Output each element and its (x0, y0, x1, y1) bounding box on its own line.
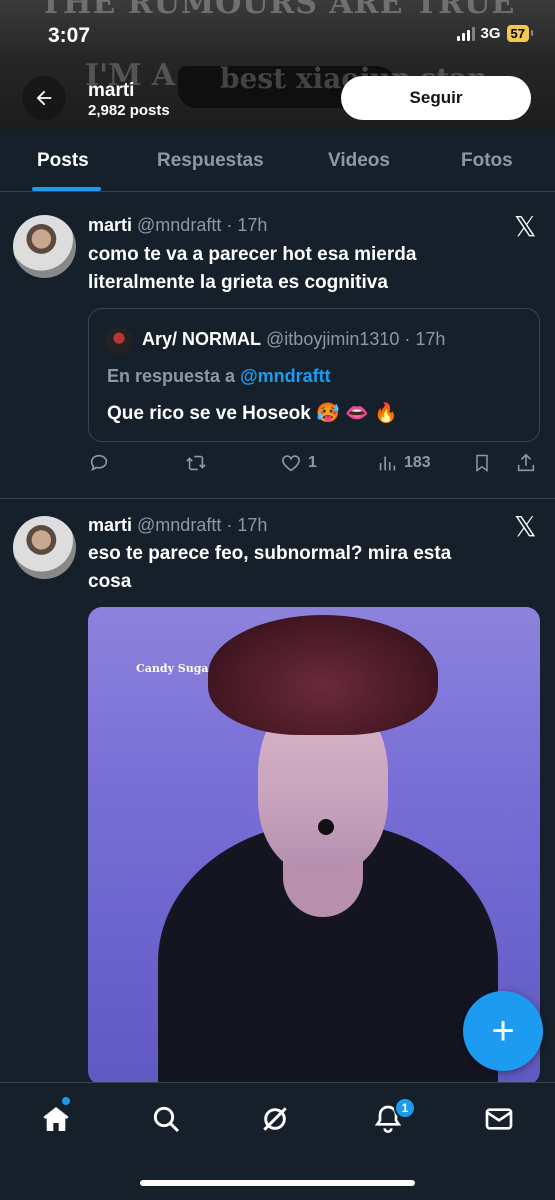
active-tab-indicator (32, 187, 101, 191)
reply-icon (90, 454, 108, 471)
search-icon[interactable] (150, 1103, 182, 1135)
like-button[interactable]: 1 (280, 452, 317, 474)
mail-icon[interactable] (483, 1103, 515, 1135)
tab-fotos[interactable]: Fotos (461, 150, 513, 172)
post-text-line: literalmente la grieta es cognitiva (88, 272, 388, 293)
repost-button[interactable] (184, 452, 208, 474)
back-button[interactable] (22, 76, 66, 120)
post-text-line: cosa (88, 571, 132, 592)
quote-author-name: Ary/ NORMAL (142, 329, 262, 349)
plus-icon: + (491, 1008, 515, 1053)
post-actions: 1 183 (0, 452, 555, 482)
views-icon (379, 456, 396, 471)
media-figure-mic (318, 819, 334, 835)
view-count: 183 (404, 454, 431, 471)
post-meta: marti @mndraftt · 17h (88, 215, 267, 236)
quote-text: Que rico se ve Hoseok 🥵 👄 🔥 (107, 403, 398, 424)
post-author-name[interactable]: marti (88, 515, 132, 535)
x-logo-icon: 𝕏 (514, 510, 537, 543)
reply-mention-link[interactable]: @mndraftt (240, 366, 331, 386)
quote-meta: Ary/ NORMAL @itboyjimin1310 · 17h (142, 329, 445, 350)
follow-button[interactable]: Seguir (341, 76, 531, 120)
quote-author-handle: @itboyjimin1310 · 17h (266, 329, 446, 349)
profile-post-count: 2,982 posts (88, 102, 170, 119)
grok-icon[interactable] (259, 1103, 291, 1135)
media-watermark: Candy Suga (136, 662, 209, 675)
post-meta: marti @mndraftt · 17h (88, 515, 267, 536)
x-logo-icon: 𝕏 (514, 210, 537, 243)
home-indicator (140, 1180, 415, 1186)
post-author-handle: @mndraftt · 17h (137, 515, 268, 535)
share-button[interactable] (515, 452, 537, 474)
avatar[interactable] (13, 215, 76, 278)
reply-button[interactable] (88, 452, 110, 474)
post-text-line: como te va a parecer hot esa mierda (88, 244, 417, 265)
network-type: 3G (480, 25, 501, 42)
status-indicators: 3G 57 (456, 25, 534, 42)
banner-text-top: THE RUMOURS ARE TRUE (39, 0, 516, 21)
home-icon[interactable] (40, 1103, 72, 1135)
bookmark-icon (476, 454, 488, 472)
profile-name: marti (88, 80, 135, 101)
arrow-left-icon (36, 90, 52, 106)
status-time: 3:07 (48, 24, 91, 47)
tab-posts[interactable]: Posts (37, 150, 89, 172)
media-figure-hair (208, 615, 438, 735)
home-unread-dot (62, 1097, 70, 1105)
battery-icon: 57 (506, 25, 534, 42)
heart-icon (282, 455, 300, 472)
tab-respuestas[interactable]: Respuestas (157, 150, 264, 172)
post-divider (0, 498, 555, 499)
quoted-post[interactable]: Ary/ NORMAL @itboyjimin1310 · 17h En res… (88, 308, 540, 442)
repost-icon (186, 455, 206, 471)
avatar[interactable] (13, 516, 76, 579)
like-count: 1 (308, 454, 317, 471)
views-button[interactable]: 183 (376, 452, 431, 474)
notification-badge: 1 (394, 1097, 416, 1119)
post-author-name[interactable]: marti (88, 215, 132, 235)
quote-avatar (105, 327, 133, 355)
post-text-line: eso te parece feo, subnormal? mira esta (88, 543, 452, 564)
quote-reply-context: En respuesta a @mndraftt (107, 366, 331, 387)
profile-tabs: Posts Respuestas Videos Fotos (0, 130, 555, 192)
bookmark-button[interactable] (472, 452, 492, 474)
tab-videos[interactable]: Videos (328, 150, 390, 172)
signal-icon (456, 26, 475, 41)
share-icon (517, 453, 535, 472)
compose-button[interactable]: + (463, 991, 543, 1071)
reply-prefix: En respuesta a (107, 366, 236, 386)
post-author-handle: @mndraftt · 17h (137, 215, 268, 235)
